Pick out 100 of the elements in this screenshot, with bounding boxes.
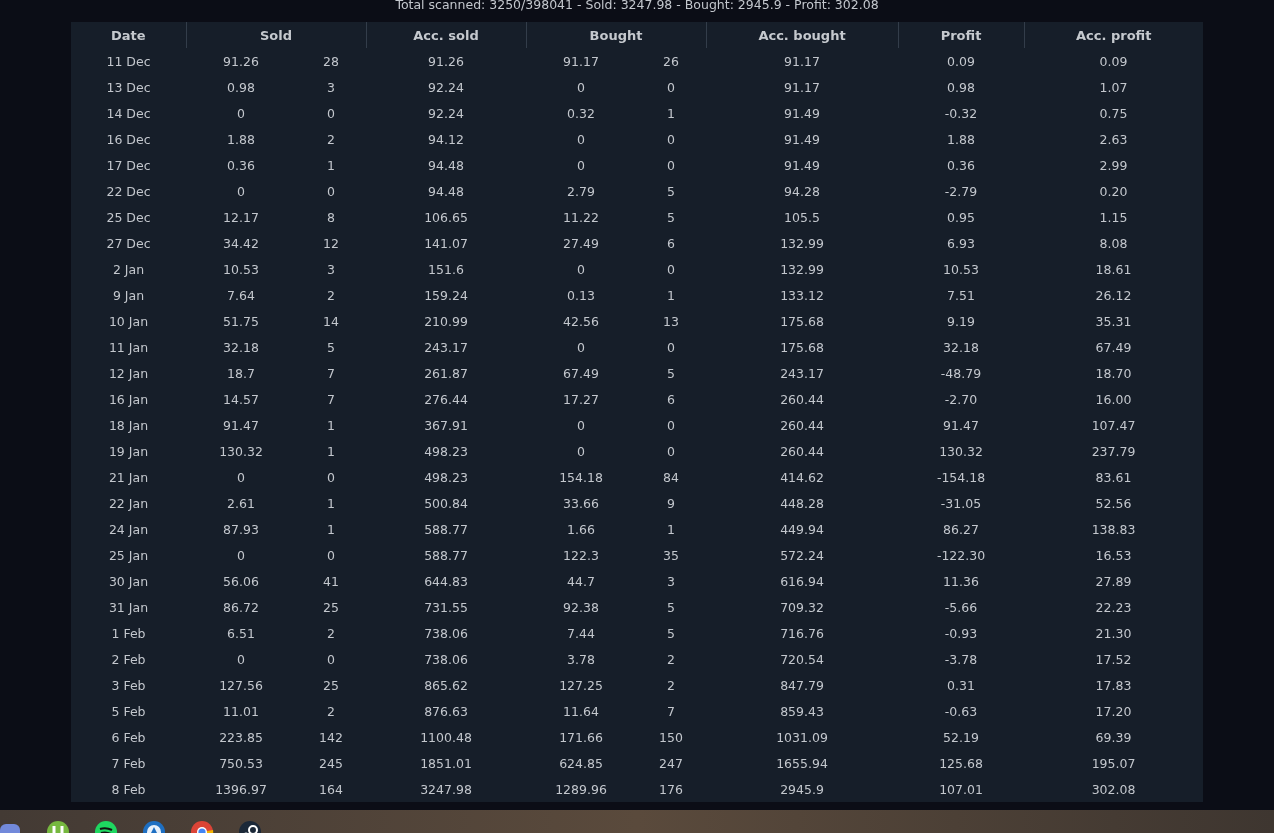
- column-header: Date: [71, 22, 186, 48]
- table-cell-text: 16.53: [1094, 546, 1133, 565]
- table-cell-text: -48.79: [939, 364, 983, 383]
- amount-text: 56.06: [222, 573, 260, 589]
- count-text: 1: [666, 287, 676, 303]
- column-header: Acc. sold: [366, 22, 526, 48]
- table-cell: 11 Dec: [71, 48, 186, 74]
- amount-text: 14.57: [222, 391, 260, 407]
- table-cell-text: 138.83: [1090, 520, 1137, 539]
- table-cell-text: 1031.09: [775, 728, 829, 747]
- count-text: 5: [326, 339, 336, 355]
- count-text: 12: [322, 235, 340, 251]
- table-cell-text: 175.68: [779, 338, 825, 357]
- count-text: 0: [326, 547, 336, 563]
- amount-text: 51.75: [222, 313, 260, 329]
- amount-text: 1.66: [566, 521, 596, 537]
- table-cell-text: 67.49: [1094, 338, 1133, 357]
- count-text: 142: [318, 729, 344, 745]
- table-cell-text: 11.36: [942, 572, 980, 591]
- count-text: 0: [666, 79, 676, 95]
- table-cell-text: 6.93: [946, 234, 976, 253]
- amount-text: 171.66: [558, 729, 604, 745]
- amount-text: 11.01: [222, 703, 260, 719]
- table-cell-text: 86.27: [942, 520, 980, 539]
- amount-text: 6.51: [226, 625, 256, 641]
- count-text: 6: [666, 391, 676, 407]
- table-cell-text: 210.99: [423, 312, 469, 331]
- count-text: 0: [666, 131, 676, 147]
- table-cell-text: 498.23: [423, 468, 469, 487]
- table-cell-text: 0.36: [946, 156, 976, 175]
- table-cell-text: 859.43: [779, 702, 825, 721]
- table-cell-text: 26.12: [1094, 286, 1133, 305]
- table-cell-text: 3247.98: [419, 780, 473, 799]
- column-header: Profit: [898, 22, 1024, 48]
- column-header: Sold: [186, 22, 366, 48]
- table-cell-text: -122.30: [935, 546, 987, 565]
- amount-text: 0: [236, 183, 246, 199]
- count-text: 2: [326, 625, 336, 641]
- table-cell-text: 16.00: [1094, 390, 1133, 409]
- count-text: 150: [658, 729, 684, 745]
- table-cell-text: 83.61: [1094, 468, 1133, 487]
- table-cell-text: 738.06: [423, 650, 469, 669]
- table-cell-text: 19 Jan: [107, 442, 150, 461]
- table-cell-text: 92.24: [427, 78, 465, 97]
- table-cell-text: 572.24: [779, 546, 825, 565]
- count-text: 5: [666, 209, 676, 225]
- count-text: 5: [666, 599, 676, 615]
- table-cell-text: 94.28: [783, 182, 821, 201]
- table-cell-text: 91.17: [783, 78, 821, 97]
- table-cell-text: 448.28: [779, 494, 825, 513]
- table-cell-text: 24 Jan: [107, 520, 150, 539]
- amount-text: 33.66: [562, 495, 600, 511]
- count-text: 0: [326, 469, 336, 485]
- count-text: 13: [662, 313, 680, 329]
- table-cell-text: 6 Feb: [110, 728, 147, 747]
- count-text: 2: [326, 287, 336, 303]
- table-cell-text: 616.94: [779, 572, 825, 591]
- table-cell-text: -2.70: [943, 390, 979, 409]
- table-cell-text: 22 Dec: [105, 182, 152, 201]
- count-text: 0: [666, 417, 676, 433]
- table-cell-text: 91.49: [783, 130, 821, 149]
- amount-text: 127.56: [218, 677, 264, 693]
- table-cell-text: 130.32: [938, 442, 984, 461]
- amount-text: 3.78: [566, 651, 596, 667]
- table-cell-text: 94.48: [427, 156, 465, 175]
- amount-text: 0: [236, 651, 246, 667]
- count-text: 3: [326, 261, 336, 277]
- table-cell-text: 0.75: [1098, 104, 1129, 123]
- amount-text: 122.3: [562, 547, 600, 563]
- count-text: 26: [662, 53, 680, 69]
- table-cell-text: 17.20: [1094, 702, 1133, 721]
- table-cell-text: 2 Jan: [111, 260, 146, 279]
- table-cell-text: 738.06: [423, 624, 469, 643]
- amount-text: 87.93: [222, 521, 260, 537]
- table-cell-text: 25 Dec: [105, 208, 152, 227]
- count-text: 1: [326, 521, 336, 537]
- table-cell-text: 107.47: [1090, 416, 1137, 435]
- amount-text: 67.49: [562, 365, 600, 381]
- amount-text: 0.98: [226, 79, 256, 95]
- table-cell-text: 132.99: [779, 260, 825, 279]
- amount-text: 0: [576, 79, 586, 95]
- table-cell-text: 0.20: [1098, 182, 1129, 201]
- count-text: 1: [326, 495, 336, 511]
- table-cell-text: 865.62: [423, 676, 469, 695]
- amount-text: 32.18: [222, 339, 260, 355]
- amount-text: 750.53: [218, 755, 264, 771]
- table-cell-text: 276.44: [423, 390, 469, 409]
- table-cell-text: 175.68: [779, 312, 825, 331]
- count-text: 0: [326, 651, 336, 667]
- amount-text: 42.56: [562, 313, 600, 329]
- column-header: Bought: [526, 22, 706, 48]
- table-cell-text: 21.30: [1094, 624, 1133, 643]
- table-cell-text: 14 Dec: [105, 104, 152, 123]
- table-cell-text: 105.5: [783, 208, 821, 227]
- table-cell-text: 2 Feb: [110, 650, 147, 669]
- table-cell-text: 709.32: [779, 598, 825, 617]
- count-text: 5: [666, 365, 676, 381]
- table-cell-text: 588.77: [423, 546, 469, 565]
- count-text: 2: [326, 131, 336, 147]
- table-cell-text: 500.84: [423, 494, 469, 513]
